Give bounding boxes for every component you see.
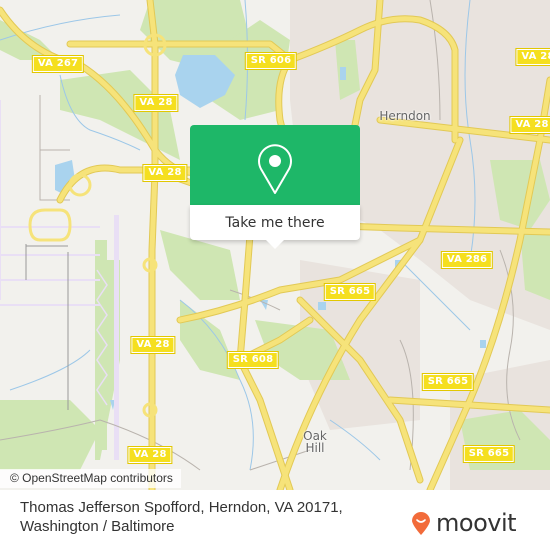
- road-shield-sr665: SR 665: [462, 445, 516, 463]
- take-me-there-button[interactable]: Take me there: [190, 205, 360, 240]
- popup-pointer: [265, 239, 285, 249]
- place-label-herndon: Herndon: [379, 109, 431, 123]
- road-shield-va267: VA 267: [31, 55, 85, 73]
- road-shield-va28: VA 28: [509, 116, 550, 134]
- moovit-smile-pin-icon: [412, 512, 430, 535]
- moovit-wordmark: moovit: [436, 509, 517, 537]
- popup-header: [190, 125, 360, 205]
- address-line-1: Thomas Jefferson Spofford, Herndon, VA 2…: [20, 499, 343, 516]
- road-shield-va28: VA 28: [127, 446, 173, 464]
- map-pin-icon: [258, 144, 292, 194]
- road-shield-sr606: SR 606: [244, 52, 298, 70]
- road-shield-va28: VA 28: [142, 164, 188, 182]
- road-shield-sr608: SR 608: [226, 351, 280, 369]
- road-shield-sr665: SR 665: [323, 283, 377, 301]
- moovit-logo[interactable]: moovit: [410, 509, 517, 537]
- address-line-2: Washington / Baltimore: [20, 518, 175, 535]
- address-block: Thomas Jefferson Spofford, Herndon, VA 2…: [20, 498, 343, 536]
- map-canvas[interactable]: VA 267 VA 28 VA 28 SR 606 VA 28 VA 28 VA…: [0, 0, 550, 490]
- location-popup: Take me there: [190, 125, 360, 249]
- road-shield-va286: VA 286: [440, 251, 494, 269]
- road-shield-va28: VA 28: [133, 94, 179, 112]
- road-shield-va28: VA 28: [515, 48, 550, 66]
- map-attribution[interactable]: © OpenStreetMap contributors: [0, 469, 181, 488]
- place-label-oak-hill: Oak Hill: [303, 429, 327, 455]
- road-shield-va28: VA 28: [130, 336, 176, 354]
- road-shield-sr665: SR 665: [421, 373, 475, 391]
